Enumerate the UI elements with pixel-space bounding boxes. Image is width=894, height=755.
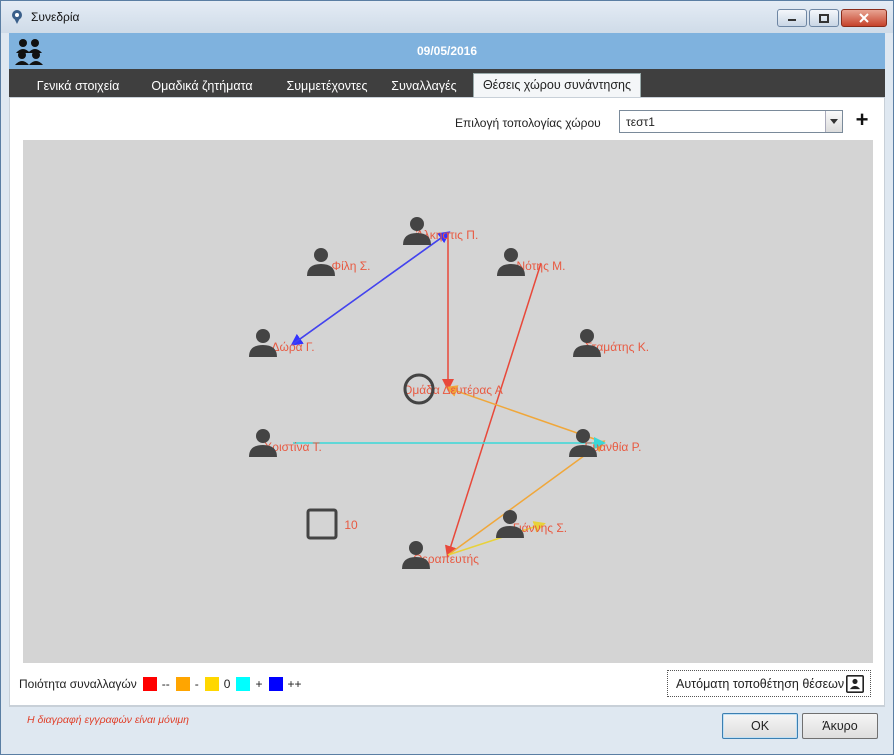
chevron-down-icon: [830, 119, 838, 124]
legend-title: Ποιότητα συναλλαγών: [19, 677, 137, 691]
person-icon: [249, 429, 277, 457]
cancel-button[interactable]: Άκυρο: [802, 713, 878, 739]
session-window: Συνεδρία 09/05/2016 Γενικά στοιχεία Ομαδ…: [0, 0, 894, 755]
person-icon: [496, 510, 524, 538]
title-bar[interactable]: Συνεδρία: [1, 1, 893, 33]
delete-warning: Η διαγραφή εγγραφών είναι μόνιμη: [27, 714, 190, 726]
person-icon: [403, 217, 431, 245]
legend-label: +: [255, 677, 263, 691]
topology-select[interactable]: τεστ1: [619, 110, 843, 133]
person-icon: [497, 248, 525, 276]
topology-selected-value: τεστ1: [626, 115, 655, 129]
person-icon: [569, 429, 597, 457]
maximize-button[interactable]: [809, 9, 839, 27]
tab-group-issues[interactable]: Ομαδικά ζητήματα: [139, 75, 265, 97]
header-band: 09/05/2016: [9, 33, 885, 69]
line-therapist-evanthia: [447, 440, 606, 556]
participant-evanthia[interactable]: Ευανθία Ρ.: [568, 428, 658, 457]
minimize-icon: [788, 19, 796, 21]
topology-label: Επιλογή τοπολογίας χώρου: [455, 116, 601, 130]
quality-legend: Ποιότητα συναλλαγών -- - 0 + ++: [19, 677, 302, 691]
participant-notis[interactable]: Νότης Μ.: [496, 247, 586, 276]
legend-label: --: [161, 677, 170, 691]
minimize-button[interactable]: [777, 9, 807, 27]
legend-swatch-very-negative: [142, 677, 157, 691]
close-icon: [859, 13, 869, 23]
add-topology-button[interactable]: +: [852, 109, 872, 133]
person-icon: [402, 541, 430, 569]
legend-label: ++: [287, 677, 302, 691]
legend-swatch-positive: [236, 677, 251, 691]
participant-dora[interactable]: Δώρα Γ.: [248, 328, 338, 357]
maximize-icon: [819, 13, 829, 23]
seating-canvas[interactable]: Άλκηστις Π. Φίλη Σ. Νότης Μ. Δώρα Γ. Στα…: [23, 140, 873, 663]
participant-alkistis[interactable]: Άλκηστις Π.: [402, 216, 492, 245]
tab-general-info[interactable]: Γενικά στοιχεία: [25, 75, 131, 97]
legend-label: 0: [223, 677, 231, 691]
participant-therapist[interactable]: Θεραπευτής: [401, 540, 491, 569]
group-node[interactable]: Ομάδα Δευτέρας Α: [403, 373, 503, 405]
legend-swatch-neutral: [204, 677, 219, 691]
legend-swatch-negative: [175, 677, 190, 691]
tab-transactions[interactable]: Συναλλαγές: [385, 75, 463, 97]
session-date: 09/05/2016: [416, 44, 478, 58]
window-title: Συνεδρία: [31, 10, 80, 24]
person-icon: [307, 248, 335, 276]
group-circle-icon: [403, 373, 435, 405]
participant-fili[interactable]: Φίλη Σ.: [306, 247, 396, 276]
legend-swatch-very-positive: [268, 677, 283, 691]
divider: [9, 705, 885, 706]
participant-christina[interactable]: Χριστίνα Τ.: [248, 428, 338, 457]
participant-stamatis[interactable]: Σταμάτης Κ.: [572, 328, 662, 357]
close-button[interactable]: [841, 9, 887, 27]
legend-label: -: [194, 677, 199, 691]
participant-giannis[interactable]: Γιάννης Σ.: [495, 509, 585, 538]
tab-participants[interactable]: Συμμετέχοντες: [273, 75, 381, 97]
app-icon: [12, 10, 22, 24]
dropdown-arrow[interactable]: [825, 111, 842, 132]
empty-seat[interactable]: 10: [306, 508, 396, 540]
contact-card-icon: [846, 675, 864, 693]
auto-place-button[interactable]: Αυτόματη τοποθέτηση θέσεων: [667, 670, 871, 697]
tab-meeting-positions[interactable]: Θέσεις χώρου συνάντησης: [473, 73, 641, 97]
person-icon: [573, 329, 601, 357]
auto-place-label: Αυτόματη τοποθέτηση θέσεων: [676, 676, 845, 691]
empty-seat-icon: [306, 508, 338, 540]
ok-button[interactable]: OK: [722, 713, 798, 739]
tab-bar: Γενικά στοιχεία Ομαδικά ζητήματα Συμμετέ…: [9, 69, 885, 97]
person-icon: [249, 329, 277, 357]
